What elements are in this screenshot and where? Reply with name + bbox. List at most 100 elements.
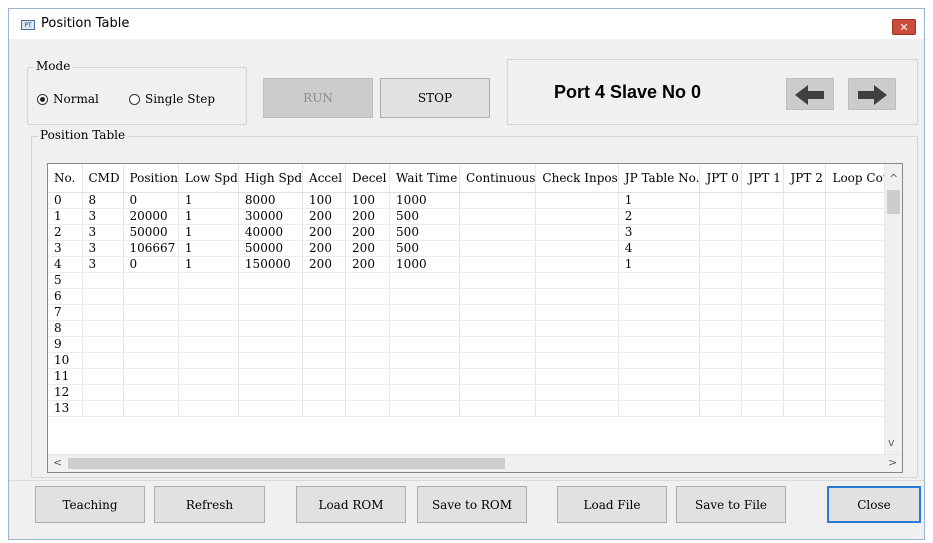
table-cell[interactable] xyxy=(741,288,785,305)
table-cell[interactable] xyxy=(123,336,179,353)
table-cell[interactable] xyxy=(238,368,304,385)
table-cell[interactable] xyxy=(345,352,391,369)
table-cell[interactable] xyxy=(741,352,785,369)
table-cell[interactable] xyxy=(699,336,743,353)
table-cell[interactable] xyxy=(699,224,743,241)
table-cell[interactable] xyxy=(123,352,179,369)
table-cell[interactable] xyxy=(238,384,304,401)
table-cell[interactable] xyxy=(459,272,537,289)
table-cell[interactable]: 3 xyxy=(82,240,124,257)
table-cell[interactable]: 150000 xyxy=(238,256,304,273)
table-cell[interactable] xyxy=(123,400,179,417)
table-cell[interactable] xyxy=(123,304,179,321)
table-cell[interactable]: 3 xyxy=(82,224,124,241)
table-cell[interactable] xyxy=(699,400,743,417)
table-cell[interactable] xyxy=(302,272,347,289)
table-cell[interactable] xyxy=(345,336,391,353)
table-cell[interactable] xyxy=(783,384,827,401)
refresh-button[interactable]: Refresh xyxy=(154,486,265,523)
table-cell[interactable] xyxy=(302,368,347,385)
table-cell[interactable] xyxy=(535,336,619,353)
table-cell[interactable]: 4 xyxy=(48,256,83,273)
table-cell[interactable] xyxy=(459,224,537,241)
table-cell[interactable] xyxy=(535,192,619,209)
table-cell[interactable] xyxy=(389,320,461,337)
table-cell[interactable]: 500 xyxy=(389,240,461,257)
table-cell[interactable] xyxy=(741,240,785,257)
table-cell[interactable]: 7 xyxy=(48,304,83,321)
table-cell[interactable]: 8 xyxy=(82,192,124,209)
scroll-up-icon[interactable]: ^ xyxy=(889,172,898,185)
table-cell[interactable] xyxy=(459,400,537,417)
table-cell[interactable] xyxy=(535,352,619,369)
table-cell[interactable] xyxy=(699,304,743,321)
table-cell[interactable] xyxy=(82,384,124,401)
column-header[interactable]: JPT 0 xyxy=(699,164,743,193)
table-cell[interactable] xyxy=(238,352,304,369)
table-cell[interactable] xyxy=(459,240,537,257)
table-cell[interactable] xyxy=(699,208,743,225)
table-row[interactable]: 7 xyxy=(48,304,900,321)
table-cell[interactable] xyxy=(783,224,827,241)
table-cell[interactable] xyxy=(618,384,701,401)
column-header[interactable]: JPT 1 xyxy=(741,164,785,193)
table-cell[interactable] xyxy=(345,400,391,417)
table-cell[interactable] xyxy=(783,368,827,385)
table-cell[interactable] xyxy=(618,336,701,353)
horizontal-scrollbar[interactable]: < > xyxy=(48,454,902,472)
table-cell[interactable] xyxy=(178,304,239,321)
table-cell[interactable] xyxy=(535,400,619,417)
table-cell[interactable] xyxy=(741,336,785,353)
table-cell[interactable] xyxy=(699,272,743,289)
table-row[interactable]: 4 3 0 1 150000 200 200 1000 1 xyxy=(48,256,900,273)
horizontal-scroll-thumb[interactable] xyxy=(68,458,505,469)
table-cell[interactable]: 1 xyxy=(178,208,239,225)
table-cell[interactable]: 2 xyxy=(48,224,83,241)
table-row[interactable]: 6 xyxy=(48,288,900,305)
table-cell[interactable] xyxy=(178,368,239,385)
table-cell[interactable] xyxy=(389,352,461,369)
column-header[interactable]: Decel xyxy=(345,164,391,193)
table-cell[interactable] xyxy=(345,272,391,289)
table-cell[interactable] xyxy=(123,368,179,385)
column-header[interactable]: Low Spd xyxy=(178,164,239,193)
table-cell[interactable] xyxy=(459,320,537,337)
table-cell[interactable]: 8000 xyxy=(238,192,304,209)
save-to-file-button[interactable]: Save to File xyxy=(676,486,786,523)
table-cell[interactable] xyxy=(389,384,461,401)
column-header[interactable]: Continuous xyxy=(459,164,537,193)
scroll-down-icon[interactable]: v xyxy=(888,436,895,449)
table-cell[interactable] xyxy=(178,336,239,353)
table-cell[interactable] xyxy=(389,304,461,321)
table-cell[interactable]: 1 xyxy=(178,240,239,257)
table-cell[interactable] xyxy=(123,288,179,305)
table-cell[interactable] xyxy=(459,384,537,401)
table-cell[interactable] xyxy=(178,272,239,289)
table-cell[interactable] xyxy=(459,288,537,305)
table-cell[interactable]: 200 xyxy=(345,208,391,225)
table-cell[interactable] xyxy=(618,304,701,321)
table-cell[interactable] xyxy=(618,368,701,385)
table-cell[interactable] xyxy=(82,304,124,321)
table-cell[interactable] xyxy=(741,272,785,289)
table-cell[interactable] xyxy=(741,368,785,385)
table-cell[interactable] xyxy=(389,272,461,289)
table-row[interactable]: 5 xyxy=(48,272,900,289)
table-row[interactable]: 3 3 106667 1 50000 200 200 500 4 xyxy=(48,240,900,257)
column-header[interactable]: JPT 2 xyxy=(783,164,827,193)
table-cell[interactable]: 200 xyxy=(345,224,391,241)
table-cell[interactable]: 200 xyxy=(302,224,347,241)
table-cell[interactable]: 100 xyxy=(302,192,347,209)
table-cell[interactable] xyxy=(82,400,124,417)
table-cell[interactable] xyxy=(238,288,304,305)
table-cell[interactable]: 3 xyxy=(82,256,124,273)
table-cell[interactable] xyxy=(699,368,743,385)
column-header[interactable]: JP Table No. xyxy=(618,164,701,193)
table-cell[interactable]: 200 xyxy=(302,256,347,273)
table-row[interactable]: 2 3 50000 1 40000 200 200 500 3 xyxy=(48,224,900,241)
table-cell[interactable]: 10 xyxy=(48,352,83,369)
table-row[interactable]: 0 8 0 1 8000 100 100 1000 1 xyxy=(48,192,900,209)
table-cell[interactable] xyxy=(783,272,827,289)
table-cell[interactable] xyxy=(178,384,239,401)
table-cell[interactable] xyxy=(535,256,619,273)
